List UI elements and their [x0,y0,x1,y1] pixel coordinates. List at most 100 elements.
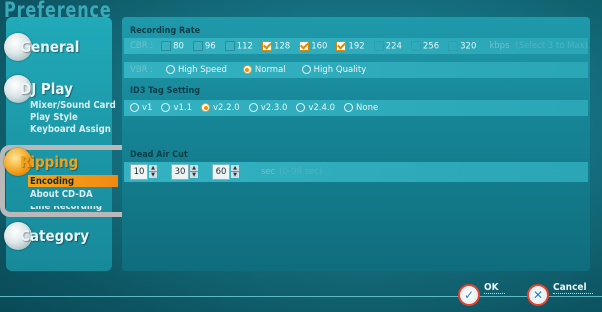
id3-option-v1-1[interactable]: v1.1 [161,103,192,113]
cbr-row: CBR : 80 96 112 128 160 192 224 256 320 kbps (Se… [124,38,588,54]
id3-option-v2-2-0[interactable]: v2.2.0 [201,103,240,113]
bitrate-label: 128 [273,41,291,52]
sidebar-section-general[interactable]: General [4,33,79,61]
bitrate-label: 224 [385,41,402,52]
vbr-option-high-quality[interactable]: High Quality [301,65,367,75]
arrow-down-icon[interactable]: ▼ [190,172,198,178]
checkbox[interactable] [299,40,310,51]
stepper-value[interactable]: 30 [171,164,189,180]
bitrate-label: 96 [204,41,216,52]
arrow-up-icon[interactable]: ▲ [231,165,239,171]
sidebar-item-play-style[interactable]: Play Style [30,112,78,123]
checkbox[interactable] [448,40,459,51]
checkbox[interactable] [192,40,203,51]
id3-option-v1[interactable]: v1 [130,103,152,113]
arrow-up-icon[interactable]: ▲ [149,165,157,171]
radio-button[interactable] [296,103,306,112]
sidebar-section-label: Ripping [20,153,79,171]
id3-heading: ID3 Tag Setting [130,86,201,96]
bitrate-hint: (Select 3 to Max) [515,41,588,51]
arrow-up-icon[interactable]: ▲ [190,165,198,171]
dead-air-stepper[interactable]: 60 ▲ ▼ [212,164,239,180]
id3-option-label: v1.1 [173,103,193,113]
id3-option-label: v2.2.0 [213,103,240,113]
sidebar-section-category[interactable]: Category [4,222,89,250]
bitrate-option-96[interactable]: 96 [192,40,216,52]
id3-row: v1 v1.1 v2.2.0 v2.3.0 v2.4.0 None [124,100,588,116]
id3-options: v1 v1.1 v2.2.0 v2.3.0 v2.4.0 None [130,103,387,113]
cbr-label: CBR : [130,41,154,51]
stepper-value[interactable]: 60 [212,164,230,180]
arrow-down-icon[interactable]: ▼ [149,172,157,178]
dead-air-heading: Dead Air Cut [130,150,188,160]
sidebar-section-ripping[interactable]: Ripping [4,148,78,176]
checkbox[interactable] [373,40,384,51]
bitrate-label: 256 [422,41,440,52]
checkbox[interactable] [410,40,421,51]
dead-air-unit: sec [261,167,276,177]
radio-button[interactable] [248,103,258,112]
ok-button[interactable]: ✓ OK [458,282,505,306]
stepper-value[interactable]: 10 [130,164,148,180]
sidebar-item-mixer-sound-card[interactable]: Mixer/Sound Card [30,100,116,111]
checkbox[interactable] [161,40,172,51]
vbr-label: VBR : [130,65,154,75]
cancel-button[interactable]: ✕ Cancel [527,282,593,306]
ok-label: OK [484,282,505,294]
dead-air-stepper[interactable]: 30 ▲ ▼ [171,164,198,180]
radio-button[interactable] [242,65,252,74]
dead-air-stepper[interactable]: 10 ▲ ▼ [130,164,157,180]
dead-air-spinners: 10 ▲ ▼ 30 ▲ ▼ 60 ▲ ▼ [130,164,253,180]
id3-option-none[interactable]: None [344,103,378,113]
sidebar-section-label: General [20,38,80,56]
bitrate-option-192[interactable]: 192 [336,40,365,52]
id3-option-label: None [356,103,379,113]
vbr-option-label: High Quality [313,65,367,75]
arrow-down-icon[interactable]: ▼ [231,172,239,178]
cancel-label: Cancel [553,282,593,294]
id3-option-v2-4-0[interactable]: v2.4.0 [296,103,335,113]
sidebar-item-about-cd-da[interactable]: About CD-DA [30,189,93,200]
bitrate-option-256[interactable]: 256 [410,40,440,52]
checkbox[interactable] [224,40,235,51]
radio-button[interactable] [161,103,171,112]
stepper-arrows: ▲ ▼ [149,165,157,179]
bitrate-option-160[interactable]: 160 [299,40,328,52]
bitrate-label: 160 [311,41,328,52]
dead-air-row: 10 ▲ ▼ 30 ▲ ▼ 60 ▲ ▼ sec (0-99 sec) [124,162,588,182]
id3-option-label: v1 [142,103,153,113]
settings-panel [122,17,590,271]
radio-button[interactable] [201,103,211,112]
bitrate-option-80[interactable]: 80 [161,40,184,51]
sidebar-item-keyboard-assign[interactable]: Keyboard Assign [30,124,111,135]
id3-option-label: v2.4.0 [308,103,336,113]
bitrate-option-224[interactable]: 224 [373,40,402,52]
id3-option-label: v2.3.0 [260,103,288,113]
radio-button[interactable] [344,103,354,112]
vbr-option-high-speed[interactable]: High Speed [166,65,227,75]
checkbox[interactable] [261,40,272,51]
bitrate-list: 80 96 112 128 160 192 224 256 320 [161,40,485,52]
radio-button[interactable] [166,65,175,74]
vbr-option-normal[interactable]: Normal [242,65,286,75]
kbps-label: kbps [489,41,510,51]
recording-rate-heading: Recording Rate [130,26,201,36]
sidebar-section-dj-play[interactable]: DJ Play [4,75,73,103]
check-icon: ✓ [458,284,480,306]
sidebar-item-encoding[interactable]: Encoding [30,176,74,187]
checkbox[interactable] [336,40,347,51]
bitrate-label: 320 [460,41,477,52]
radio-button[interactable] [130,103,139,112]
bitrate-option-128[interactable]: 128 [261,40,291,52]
vbr-option-label: High Speed [178,65,227,75]
bitrate-option-320[interactable]: 320 [448,40,477,52]
sidebar-section-label: Category [20,227,90,245]
sidebar-section-label: DJ Play [20,80,73,98]
id3-option-v2-3-0[interactable]: v2.3.0 [248,103,288,113]
vbr-row: VBR : High Speed Normal High Quality [124,62,588,78]
close-icon: ✕ [527,284,549,306]
bitrate-option-112[interactable]: 112 [224,40,253,51]
bitrate-label: 192 [348,41,365,52]
stepper-arrows: ▲ ▼ [190,165,198,179]
radio-button[interactable] [301,65,311,74]
